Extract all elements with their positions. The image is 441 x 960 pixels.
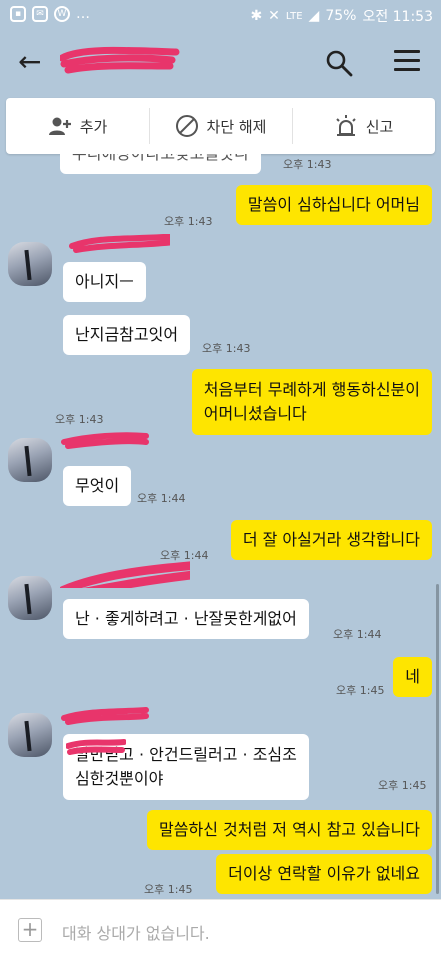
menu-icon[interactable] <box>394 50 420 76</box>
report-label: 신고 <box>365 117 394 136</box>
chat-header: ← <box>0 30 441 96</box>
message-bubble-received[interactable]: 난지금참고잇어 <box>63 315 191 355</box>
message-text: 무엇이 <box>75 476 120 495</box>
message-text: 말씀하신 것처럼 저 역시 참고 있습니다 <box>159 820 420 839</box>
more-notifications-icon: … <box>76 6 90 22</box>
status-bar: ▪ ✉ W … ✱ ✕ LTE ◢ 75% 오전 11:53 <box>0 0 441 30</box>
message-text: 말씀이 심하십니다 어머님 <box>247 195 420 214</box>
message-bubble-sent[interactable]: 말씀이 심하십니다 어머님 <box>235 185 432 225</box>
bluetooth-icon: ✱ <box>250 8 263 24</box>
redacted-sender-name <box>61 432 149 449</box>
chat-message-list[interactable]: 우리애장아라고갖고놀앗니 오후 1:43 오후 1:43 말씀이 심하십니다 어… <box>0 154 441 899</box>
message-bubble-received[interactable]: 난 · 좋게하려고 · 난잘못한게없어 <box>63 599 309 639</box>
sender-avatar[interactable] <box>8 713 52 757</box>
app-notification-icon: W <box>54 6 70 22</box>
message-time: 오후 1:43 <box>283 158 332 171</box>
notification-icon: ▪ <box>10 6 26 22</box>
message-icon: ✉ <box>32 6 48 22</box>
message-time: 오후 1:43 <box>55 413 104 426</box>
back-arrow-icon[interactable]: ← <box>18 48 50 80</box>
message-bubble-sent[interactable]: 말씀하신 것처럼 저 역시 참고 있습니다 <box>147 810 432 850</box>
input-placeholder[interactable]: 대화 상대가 없습니다. <box>62 920 210 944</box>
message-bubble-sent[interactable]: 더이상 연락할 이유가 없네요 <box>216 854 432 894</box>
message-input-bar: + 대화 상대가 없습니다. <box>0 899 441 960</box>
message-bubble-received[interactable]: 아니지ㅡ <box>63 262 146 302</box>
message-bubble-sent[interactable]: 처음부터 무례하게 행동하신분이 어머니셨습니다 <box>191 369 432 435</box>
message-text-line: 어머니셨습니다 <box>203 404 307 423</box>
sender-avatar[interactable] <box>8 242 52 286</box>
redacted-sender-name <box>61 707 149 725</box>
message-text-line: 심한것뿐이야 <box>75 769 164 788</box>
sender-avatar[interactable] <box>8 438 52 482</box>
message-time: 오후 1:45 <box>336 684 385 697</box>
message-text: 더이상 연락할 이유가 없네요 <box>228 864 420 883</box>
redacted-sender-name <box>69 234 170 253</box>
message-text: 난 · 좋게하려고 · 난잘못한게없어 <box>75 609 297 628</box>
message-time: 오후 1:44 <box>137 492 186 505</box>
add-friend-button[interactable]: 추가 <box>6 98 149 154</box>
clock: 오전 11:53 <box>362 9 433 25</box>
message-text: 난지금참고잇어 <box>75 325 179 344</box>
battery-level: 75% <box>325 8 357 24</box>
message-time: 오후 1:45 <box>378 779 427 792</box>
message-text: 아니지ㅡ <box>75 272 134 291</box>
chat-action-bar: 추가 차단 해제 신고 <box>6 98 435 154</box>
message-time: 오후 1:44 <box>333 628 382 641</box>
unblock-label: 차단 해제 <box>206 117 267 136</box>
report-button[interactable]: 신고 <box>292 98 435 154</box>
message-text: 네 <box>405 667 420 686</box>
scrollbar[interactable] <box>436 584 439 894</box>
message-text: 우리애장아라고갖고놀앗니 <box>72 154 249 163</box>
unblock-button[interactable]: 차단 해제 <box>149 98 292 154</box>
signal-icon: ◢ <box>308 8 320 24</box>
message-time: 오후 1:43 <box>164 215 213 228</box>
redacted-sender-name <box>60 561 190 588</box>
redacted-message-word <box>66 739 126 755</box>
block-icon <box>175 115 198 137</box>
message-bubble-received[interactable]: 우리애장아라고갖고놀앗니 <box>60 154 261 174</box>
message-time: 오후 1:43 <box>202 342 251 355</box>
message-time: 오후 1:45 <box>144 883 193 896</box>
add-friend-label: 추가 <box>79 117 108 136</box>
add-user-icon <box>48 117 71 135</box>
siren-icon <box>335 115 356 136</box>
message-bubble-sent[interactable]: 더 잘 아실거라 생각합니다 <box>230 520 432 560</box>
message-bubble-sent[interactable]: 네 <box>393 657 432 697</box>
sender-avatar[interactable] <box>8 576 52 620</box>
search-icon[interactable] <box>324 48 354 78</box>
redacted-chat-title <box>60 46 180 74</box>
network-type: LTE <box>285 10 303 22</box>
attach-plus-icon[interactable]: + <box>18 918 42 942</box>
message-text: 더 잘 아실거라 생각합니다 <box>242 530 420 549</box>
message-text-line: 처음부터 무례하게 행동하신분이 <box>203 380 420 399</box>
mute-icon: ✕ <box>268 8 280 24</box>
message-bubble-received[interactable]: 무엇이 <box>63 466 132 506</box>
